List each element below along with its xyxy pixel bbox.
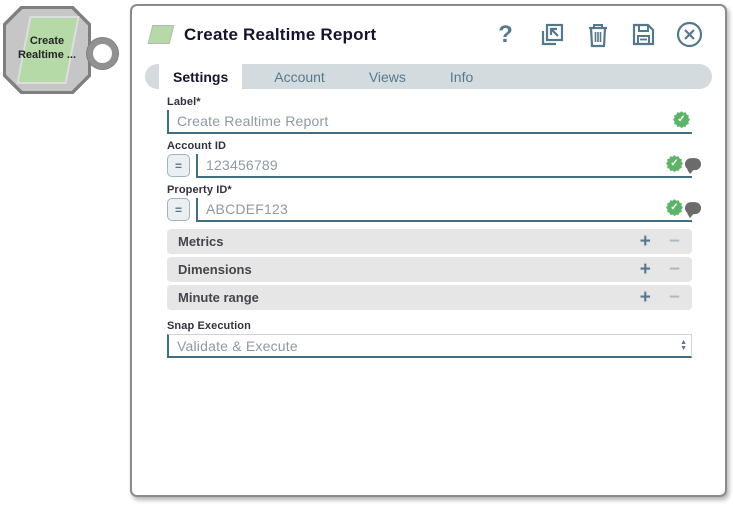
field-property-id: Property ID* = ABCDEF123 ✓	[167, 184, 701, 222]
tab-account[interactable]: Account	[252, 64, 347, 89]
snap-execution-caption: Snap Execution	[167, 320, 251, 332]
snap-node-label: Create Realtime ...	[17, 35, 77, 61]
remove-row-icon[interactable]: −	[669, 259, 680, 280]
snap-type-icon	[147, 25, 175, 44]
field-label: Label* Create Realtime Report ✓	[167, 96, 692, 134]
remove-row-icon[interactable]: −	[669, 231, 680, 252]
settings-panel: Label* Create Realtime Report ✓ Account …	[167, 96, 701, 364]
property-id-caption: Property ID*	[167, 184, 232, 196]
accordion-minute-range[interactable]: Minute range + −	[167, 285, 692, 310]
field-snap-execution: Snap Execution Validate & Execute ▲ ▼	[167, 320, 692, 358]
pipeline-canvas: Create Realtime ... Create Realtime Repo…	[0, 0, 733, 507]
open-in-new-icon[interactable]	[538, 21, 565, 48]
save-icon[interactable]	[630, 21, 657, 48]
field-account-id: Account ID = 123456789 ✓	[167, 140, 701, 178]
expression-toggle-icon[interactable]: =	[167, 154, 190, 177]
dialog-toolbar: ?	[492, 21, 703, 48]
delete-icon[interactable]	[584, 21, 611, 48]
comment-icon[interactable]	[685, 202, 701, 219]
valid-check-icon: ✓	[666, 155, 683, 173]
snap-node[interactable]: Create Realtime ...	[3, 6, 118, 96]
expression-toggle-icon[interactable]: =	[167, 198, 190, 221]
select-spinner-icon[interactable]: ▲ ▼	[680, 339, 687, 352]
account-id-input[interactable]: 123456789 ✓	[196, 154, 701, 178]
valid-check-icon: ✓	[666, 199, 683, 217]
tab-settings[interactable]: Settings	[159, 64, 243, 89]
add-row-icon[interactable]: +	[640, 259, 651, 280]
tab-bar: Settings Account Views Info	[145, 64, 712, 89]
account-id-caption: Account ID	[167, 140, 227, 152]
comment-icon[interactable]	[685, 158, 701, 175]
snap-execution-select[interactable]: Validate & Execute ▲ ▼	[167, 334, 692, 358]
label-input[interactable]: Create Realtime Report ✓	[167, 110, 692, 134]
accordion-metrics[interactable]: Metrics + −	[167, 229, 692, 254]
close-icon[interactable]	[676, 21, 703, 48]
add-row-icon[interactable]: +	[640, 231, 651, 252]
add-row-icon[interactable]: +	[640, 287, 651, 308]
tab-views[interactable]: Views	[347, 64, 428, 89]
snap-settings-dialog: Create Realtime Report ? Settings Accoun…	[130, 4, 727, 497]
help-icon[interactable]: ?	[492, 21, 519, 48]
accordion-dimensions[interactable]: Dimensions + −	[167, 257, 692, 282]
dialog-header: Create Realtime Report ?	[132, 6, 725, 58]
tab-info[interactable]: Info	[428, 64, 495, 89]
tabbar-left-cap	[145, 64, 159, 89]
label-field-caption: Label*	[167, 96, 201, 108]
valid-check-icon: ✓	[673, 111, 690, 129]
dialog-title: Create Realtime Report	[184, 24, 377, 44]
output-port[interactable]	[87, 38, 118, 69]
remove-row-icon[interactable]: −	[669, 287, 680, 308]
property-id-input[interactable]: ABCDEF123 ✓	[196, 198, 701, 222]
